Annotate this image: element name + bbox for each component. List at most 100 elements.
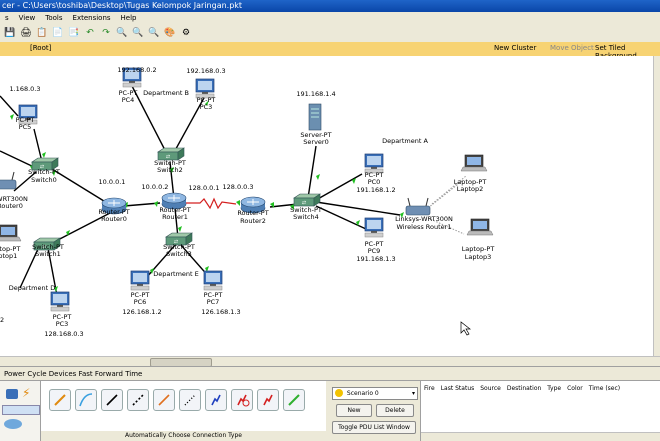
switch0-name: Switch0 [31,176,57,184]
dept-b-label: Department B [143,89,189,97]
vertical-scrollbar[interactable] [653,56,660,356]
pdu-col-type: Type [547,385,562,392]
device-laptop2[interactable] [460,154,488,172]
zoom-out-icon[interactable]: 🔍 [148,27,160,39]
pc3a-name: PC3 [200,103,213,111]
link-ip-label: 128.0.0.1 [188,184,219,192]
server-name: Server0 [303,138,328,146]
device-wrt-left[interactable] [0,171,17,190]
pc3b-name: PC3 [56,320,69,328]
switch4-name: Switch4 [293,213,319,221]
paste-icon[interactable]: 📑 [68,27,80,39]
device-pc3-dept-d[interactable] [50,291,70,312]
port-status-indicators [10,100,404,292]
router2-type: Router-PT [237,209,268,217]
device-pc6[interactable] [130,270,150,291]
router0-ip: 10.0.0.1 [99,178,126,186]
root-label[interactable]: [Root] [30,44,51,52]
print-icon[interactable]: 🖨 [20,27,32,39]
pdu-list-panel: Fire Last Status Source Destination Type… [420,381,660,441]
switch0-type: Switch-PT [28,168,60,176]
phone-cable-icon[interactable] [179,389,201,411]
menu-bar: s View Tools Extensions Help [0,12,660,24]
pc9-name: PC9 [368,247,381,255]
router0-name: Router0 [101,215,127,223]
device-wireless-router1[interactable] [405,197,431,216]
router1-name: Router1 [162,213,188,221]
custom-device-icon[interactable]: ⚙ [180,27,192,39]
toggle-pdu-list-button[interactable]: Toggle PDU List Window [332,421,416,434]
coaxial-cable-icon[interactable] [205,389,227,411]
scenario-select[interactable]: Scenario 0 ▾ [332,387,418,400]
console-cable-icon[interactable] [75,389,97,411]
dept-e-label: Department E [153,270,199,278]
palette-icon[interactable]: 🎨 [164,27,176,39]
dept-a-label: Department A [382,137,428,145]
menu-view[interactable]: View [14,12,41,24]
device-server0[interactable] [308,103,322,131]
switch2-name: Switch2 [157,166,183,174]
laptop-left-name: Laptop1 [0,252,17,260]
laptop3-name: Laptop3 [465,253,492,261]
octal-cable-icon[interactable] [283,389,305,411]
scenario-icon [335,389,343,397]
logical-workspace-bar: [Root] New Cluster Move Object Set Tiled… [0,42,660,60]
wrouter-name: Wireless Router1 [397,223,452,231]
pdu-col-destination: Destination [506,385,542,392]
pc-left-ip: 1.168.0.3 [9,85,40,93]
mouse-cursor-icon [460,321,472,336]
menu-extensions[interactable]: Extensions [68,12,116,24]
laptop2-name: Laptop2 [457,185,484,193]
fiber-cable-icon[interactable] [153,389,175,411]
bottom-panel: ⚡ Automatically Choose Connection Type S… [0,380,660,441]
router2-name: Router2 [240,217,266,225]
pdu-col-color: Color [567,385,583,392]
logical-workspace-canvas[interactable]: ⇄ [0,56,660,356]
routers-category-icon[interactable] [6,389,18,399]
serial-dte-cable-icon[interactable] [257,389,279,411]
zoom-in-icon[interactable]: 🔍 [116,27,128,39]
undo-icon[interactable]: ↶ [84,27,96,39]
crossover-cable-icon[interactable] [127,389,149,411]
menu-tools[interactable]: Tools [40,12,67,24]
pc-left-name: PC5 [19,123,32,131]
delete-scenario-button[interactable]: Delete [376,404,414,417]
auto-connection-icon[interactable] [49,389,71,411]
wizard-icon[interactable]: 📋 [36,27,48,39]
device-switch4[interactable] [293,193,321,207]
network-topology: ⇄ [0,66,495,338]
window-titlebar: cer - C:\Users\toshiba\Desktop\Tugas Kel… [0,0,660,12]
device-laptop-left[interactable] [0,224,22,242]
pc0-ip: 191.168.1.2 [356,186,395,194]
router1-ip: 10.0.0.2 [142,183,169,191]
device-pc9[interactable] [364,217,384,238]
switch1-name: Switch1 [35,250,61,258]
zoom-reset-icon[interactable]: 🔍 [132,27,144,39]
device-laptop3[interactable] [466,218,494,236]
new-cluster-button[interactable]: New Cluster [494,44,536,52]
pc7-ip: 126.168.1.3 [201,308,240,316]
redo-icon[interactable]: ↷ [100,27,112,39]
move-object-button[interactable]: Move Object [550,44,594,52]
cloud-category-icon[interactable] [4,419,22,429]
serial-dce-cable-icon[interactable] [231,389,253,411]
pdu-col-source: Source [480,385,501,392]
menu-help[interactable]: Help [116,12,142,24]
new-scenario-button[interactable]: New [336,404,372,417]
save-icon[interactable]: 💾 [4,27,16,39]
straight-through-cable-icon[interactable] [101,389,123,411]
window-title: cer - C:\Users\toshiba\Desktop\Tugas Kel… [2,1,243,10]
menu-file[interactable]: s [0,12,14,24]
time-bar: Power Cycle Devices Fast Forward Time [0,366,660,381]
server-ip: 191.168.1.4 [296,90,335,98]
laptop3-type: Laptop-PT [462,245,495,253]
pc4-ip: 192.168.0.2 [117,66,156,74]
serial-link [186,197,237,210]
copy-icon[interactable]: 📄 [52,27,64,39]
connections-panel: Automatically Choose Connection Type [41,381,326,441]
chevron-down-icon: ▾ [411,390,415,397]
connections-category-icon[interactable]: ⚡ [22,386,30,400]
device-pc7[interactable] [203,270,223,291]
power-cycle-label[interactable]: Power Cycle Devices Fast Forward Time [4,370,142,378]
category-label-icon[interactable] [2,405,40,415]
